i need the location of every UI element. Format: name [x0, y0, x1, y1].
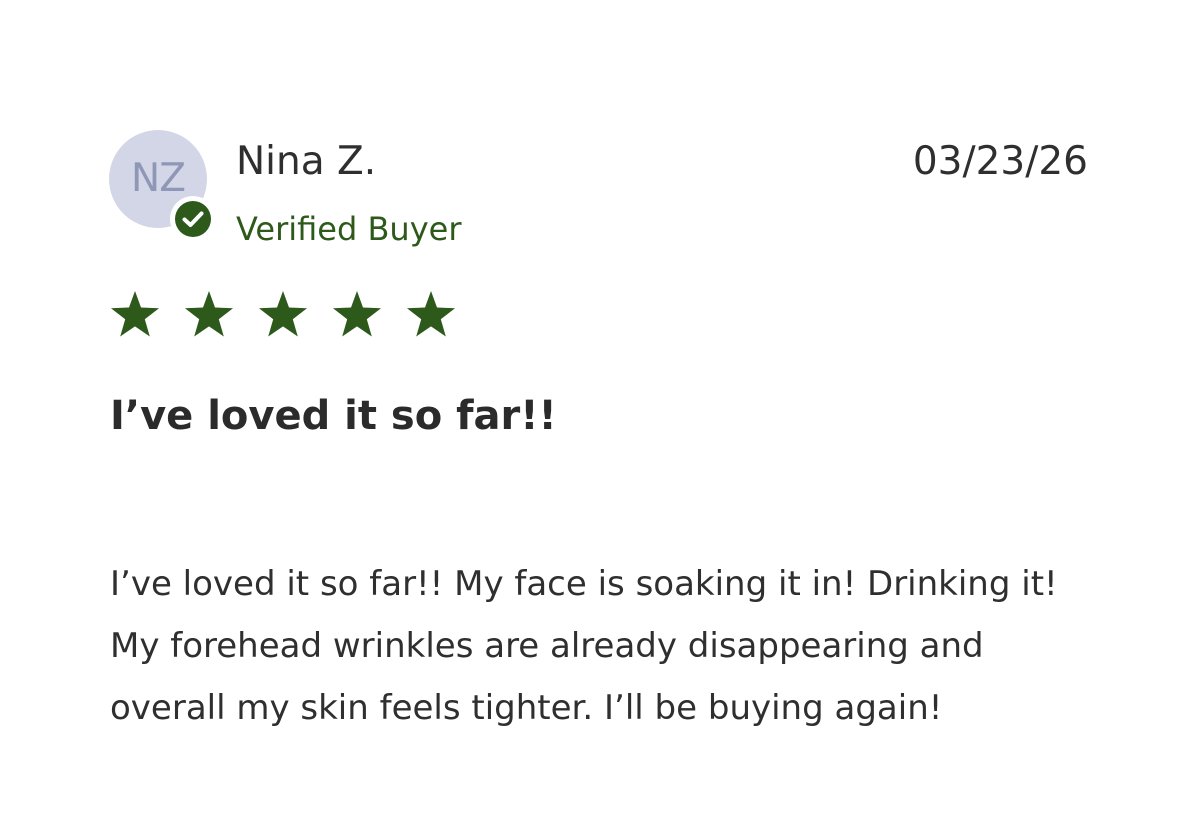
star-icon	[185, 291, 233, 337]
review-title: I’ve loved it so far!!	[110, 393, 557, 439]
review-body: I’ve loved it so far!! My face is soakin…	[110, 564, 1058, 728]
star-icon	[333, 291, 381, 337]
verified-buyer-label: Verified Buyer	[236, 210, 462, 248]
avatar-initials: NZ	[131, 155, 186, 201]
star-icon	[407, 291, 455, 337]
review-card: NZ Nina Z. Verified Buyer 03/23/26 I’ve …	[0, 0, 1200, 819]
star-icon	[111, 291, 159, 337]
star-icon	[259, 291, 307, 337]
star-rating	[110, 290, 456, 338]
reviewer-name: Nina Z.	[236, 139, 377, 184]
check-circle-icon	[170, 196, 216, 242]
review-date: 03/23/26	[912, 139, 1088, 184]
